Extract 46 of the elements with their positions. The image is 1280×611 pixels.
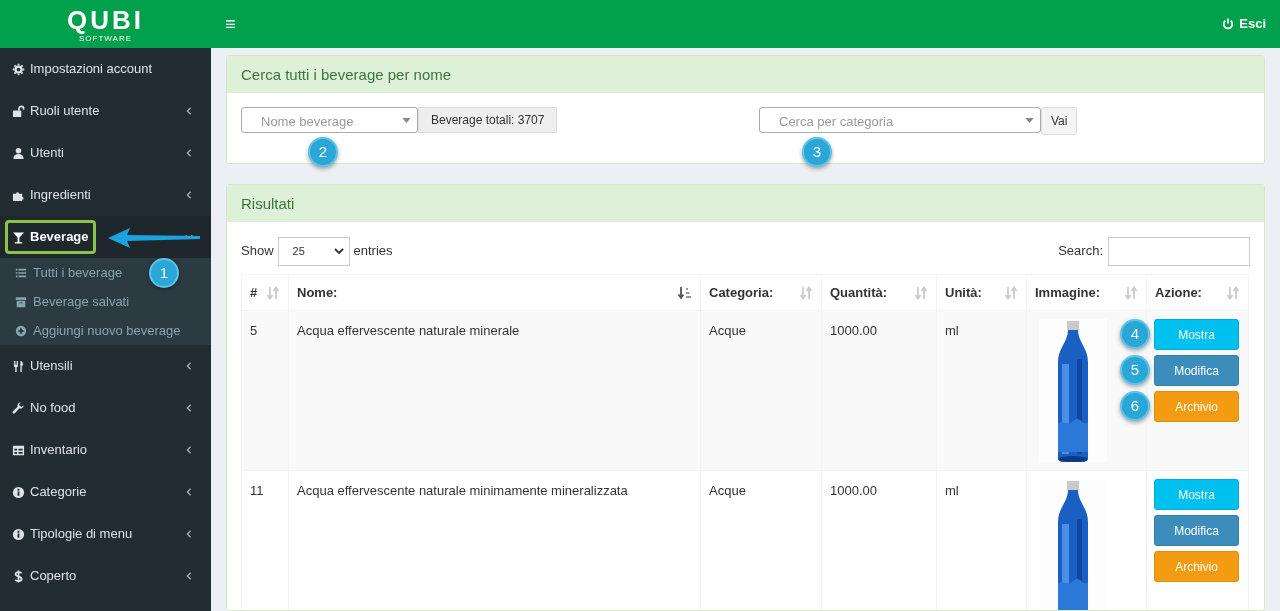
sidebar-item[interactable]: Coperto — [0, 555, 211, 597]
edit-button[interactable]: Modifica — [1154, 355, 1239, 386]
column-header[interactable]: Immagine: — [1026, 274, 1147, 311]
sidebar-item[interactable]: Ruoli utente — [0, 90, 211, 132]
step-number-badge: 4 — [1120, 319, 1150, 349]
search-label: Search: — [1058, 242, 1103, 261]
panel-title: Risultati — [227, 185, 1264, 222]
panel-title: Cerca tutti i beverage per nome — [227, 56, 1264, 93]
table-cell: Acque — [700, 310, 822, 471]
sidebar-item[interactable]: Beverage — [0, 216, 211, 258]
step-number-badge: 5 — [1120, 355, 1150, 385]
sidebar-item[interactable]: Categorie — [0, 471, 211, 513]
sidebar-item[interactable]: Utenti — [0, 132, 211, 174]
table-cell: 11 — [241, 470, 289, 610]
step-number-badge: 2 — [308, 137, 338, 167]
show-label: Show — [241, 242, 274, 261]
sidebar-item[interactable]: Ingredienti — [0, 174, 211, 216]
go-button[interactable]: Vai — [1041, 107, 1078, 135]
table-cell: ml — [936, 310, 1027, 471]
edit-button[interactable]: Modifica — [1154, 515, 1239, 546]
sidebar-item[interactable]: No food — [0, 387, 211, 429]
column-header[interactable]: Quantità: — [821, 274, 937, 311]
step-number-badge: 1 — [149, 258, 179, 288]
column-header[interactable]: # — [241, 274, 289, 311]
column-header[interactable]: Unità: — [936, 274, 1027, 311]
column-header[interactable]: Nome: — [288, 274, 701, 311]
highlight-frame: Beverage — [5, 220, 96, 254]
sidebar-subitem[interactable]: Beverage salvati — [0, 287, 145, 316]
sidebar-subitem[interactable]: Aggiungi nuovo beverage — [0, 316, 196, 345]
table-cell: 5 — [241, 310, 289, 471]
sidebar-item[interactable]: Inventario — [0, 429, 211, 471]
logo-wordmark: QUBI — [67, 5, 144, 34]
column-header[interactable]: Azione: — [1146, 274, 1249, 311]
sidebar-item[interactable]: Utensili — [0, 345, 211, 387]
step-number-badge: 3 — [802, 137, 832, 167]
page-length-select[interactable]: 25 — [277, 236, 350, 266]
total-count: Beverage totali: 3707 — [418, 107, 558, 133]
logo-tagline: SOFTWARE — [78, 33, 132, 43]
sidebar-item[interactable]: Impostazioni account — [0, 48, 211, 90]
entries-label: entries — [353, 242, 393, 261]
step-number-badge: 6 — [1120, 391, 1150, 421]
table-cell: 1000.00 — [821, 310, 937, 471]
table-cell: Acqua effervescente naturale minerale — [288, 310, 701, 471]
sidebar-item[interactable]: Tipologie di menu — [0, 513, 211, 555]
column-header[interactable]: Categoria: — [700, 274, 822, 311]
sidebar-subitem[interactable]: Tutti i beverage — [0, 258, 138, 287]
